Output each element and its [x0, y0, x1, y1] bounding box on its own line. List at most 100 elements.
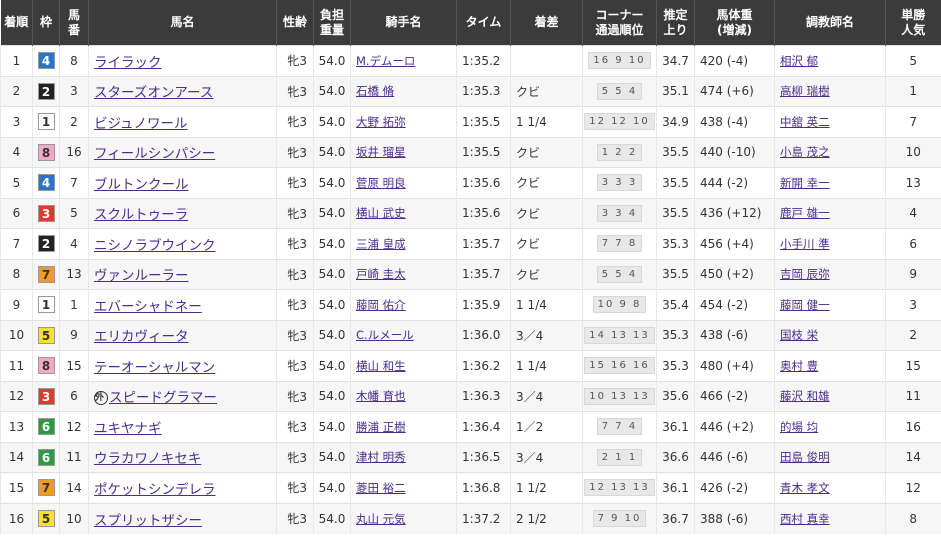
trainer-link[interactable]: 吉岡 辰弥	[780, 267, 830, 281]
horse-number-cell: 9	[59, 319, 89, 351]
corner-positions: 3 3 4	[596, 204, 643, 222]
horse-number-cell: 11	[59, 441, 89, 473]
horse-name-link[interactable]: ライラック	[94, 55, 162, 71]
jockey-link[interactable]: 三浦 皇成	[356, 237, 406, 251]
popularity-cell: 6	[885, 228, 941, 259]
waku-badge: 6	[37, 448, 55, 466]
trainer-link[interactable]: 高柳 瑞樹	[780, 84, 830, 98]
jockey-link[interactable]: 大野 拓弥	[356, 115, 406, 129]
trainer-link[interactable]: 新開 幸一	[780, 176, 830, 190]
time-cell: 1:36.4	[456, 411, 511, 442]
horse-name-link[interactable]: スクルトゥーラ	[94, 207, 188, 223]
bodyweight-cell: 388 (-6)	[694, 502, 775, 534]
waku-cell: 2	[32, 228, 60, 259]
horse-number-cell: 10	[59, 502, 89, 534]
horse-name-cell: ブルトンクール	[88, 167, 277, 198]
corner-positions: 2 1 1	[596, 448, 643, 466]
bodyweight-cell: 446 (+2)	[694, 411, 775, 442]
jockey-link[interactable]: 横山 武史	[356, 206, 406, 220]
jockey-link[interactable]: 藤岡 佑介	[356, 298, 406, 312]
jockey-link[interactable]: 菅原 明良	[356, 176, 406, 190]
popularity-cell: 7	[885, 106, 941, 137]
jockey-link[interactable]: 坂井 瑠星	[356, 145, 406, 159]
horse-name-link[interactable]: スプリットザシー	[94, 513, 202, 529]
last3f-cell: 35.6	[656, 380, 695, 412]
horse-name-link[interactable]: ヴァンルーラー	[94, 268, 189, 284]
horse-number-cell: 12	[59, 411, 89, 442]
table-row: 7 2 4 ニシノラブウインク 牝3 54.0 三浦 皇成 1:35.7 クビ 7 7 8 35.3…	[0, 228, 941, 259]
jockey-link[interactable]: 戸崎 圭太	[356, 267, 406, 281]
trainer-link[interactable]: 鹿戸 雄一	[780, 206, 830, 220]
trainer-link[interactable]: 奥村 豊	[780, 359, 818, 373]
bodyweight-cell: 426 (-2)	[694, 472, 775, 503]
margin-cell: クビ	[510, 228, 583, 259]
waku-badge: 4	[37, 174, 55, 192]
jockey-cell: 石橋 脩	[350, 75, 457, 107]
corner-positions: 7 7 4	[596, 418, 643, 436]
sex-age-cell: 牝3	[276, 106, 314, 137]
jockey-link[interactable]: 勝浦 正樹	[356, 420, 406, 434]
horse-name-link[interactable]: ブルトンクール	[94, 177, 189, 193]
horse-name-link[interactable]: テーオーシャルマン	[94, 360, 215, 376]
horse-name-link[interactable]: ポケットシンデレラ	[94, 482, 216, 498]
trainer-cell: 小手川 準	[774, 228, 886, 259]
horse-name-link[interactable]: エリカヴィータ	[94, 329, 189, 345]
horse-name-link[interactable]: フィールシンパシー	[94, 146, 215, 162]
horse-name-link[interactable]: エバーシャドネー	[94, 299, 202, 315]
horse-name-link[interactable]: ビジュノワール	[94, 116, 188, 132]
waku-cell: 7	[32, 472, 60, 503]
horse-name-cell: ポケットシンデレラ	[88, 472, 277, 503]
jockey-link[interactable]: 石橋 脩	[356, 84, 394, 98]
horse-name-cell: ヴァンルーラー	[88, 258, 277, 290]
waku-cell: 1	[32, 289, 60, 320]
trainer-cell: 青木 孝文	[774, 472, 886, 503]
rank-cell: 9	[0, 289, 33, 320]
horse-number-cell: 14	[59, 472, 89, 503]
horse-number-cell: 13	[59, 258, 89, 290]
horse-name-link[interactable]: スピードグラマー	[109, 390, 217, 406]
bodyweight-cell: 444 (-2)	[694, 167, 775, 198]
horse-number-cell: 4	[59, 228, 89, 259]
trainer-cell: 鹿戸 雄一	[774, 197, 886, 229]
bodyweight-cell: 438 (-4)	[694, 106, 775, 137]
jockey-link[interactable]: 横山 和生	[356, 359, 406, 373]
jockey-link[interactable]: 木幡 育也	[356, 389, 406, 403]
jockey-link[interactable]: 津村 明秀	[356, 450, 406, 464]
last3f-cell: 35.3	[656, 350, 695, 381]
waku-badge: 6	[37, 418, 55, 436]
waku-cell: 3	[32, 197, 60, 229]
time-cell: 1:36.8	[456, 472, 511, 503]
trainer-link[interactable]: 小手川 準	[780, 237, 830, 251]
trainer-link[interactable]: 藤沢 和雄	[780, 389, 830, 403]
trainer-link[interactable]: 国枝 栄	[780, 328, 818, 342]
trainer-link[interactable]: 中舘 英二	[780, 115, 830, 129]
trainer-link[interactable]: 相沢 郁	[780, 54, 818, 68]
jockey-link[interactable]: 菱田 裕二	[356, 481, 406, 495]
jockey-link[interactable]: 丸山 元気	[356, 512, 406, 526]
jockey-link[interactable]: C.ルメール	[356, 328, 414, 342]
trainer-link[interactable]: 青木 孝文	[780, 481, 830, 495]
sex-age-cell: 牝3	[276, 167, 314, 198]
sex-age-cell: 牝3	[276, 319, 314, 351]
time-cell: 1:35.3	[456, 75, 511, 107]
trainer-link[interactable]: 小島 茂之	[780, 145, 830, 159]
trainer-link[interactable]: 的場 均	[780, 420, 818, 434]
rank-cell: 1	[0, 45, 33, 76]
jockey-link[interactable]: M.デムーロ	[356, 54, 415, 68]
sex-age-cell: 牝3	[276, 472, 314, 503]
time-cell: 1:35.7	[456, 258, 511, 290]
trainer-cell: 新開 幸一	[774, 167, 886, 198]
bodyweight-cell: 456 (+4)	[694, 228, 775, 259]
header-weight: 負担 重量	[313, 0, 351, 46]
jockey-cell: 勝浦 正樹	[350, 411, 457, 442]
trainer-link[interactable]: 西村 真幸	[780, 512, 830, 526]
horse-name-link[interactable]: ニシノラブウインク	[94, 238, 216, 254]
trainer-link[interactable]: 藤岡 健一	[780, 298, 830, 312]
horse-name-link[interactable]: スターズオンアース	[94, 85, 213, 101]
corner-cell: 3 3 3	[582, 167, 657, 198]
trainer-cell: 中舘 英二	[774, 106, 886, 137]
horse-name-link[interactable]: ユキヤナギ	[94, 421, 162, 437]
trainer-link[interactable]: 田島 俊明	[780, 450, 830, 464]
popularity-cell: 3	[885, 289, 941, 320]
horse-name-link[interactable]: ウラカワノキセキ	[94, 451, 201, 467]
